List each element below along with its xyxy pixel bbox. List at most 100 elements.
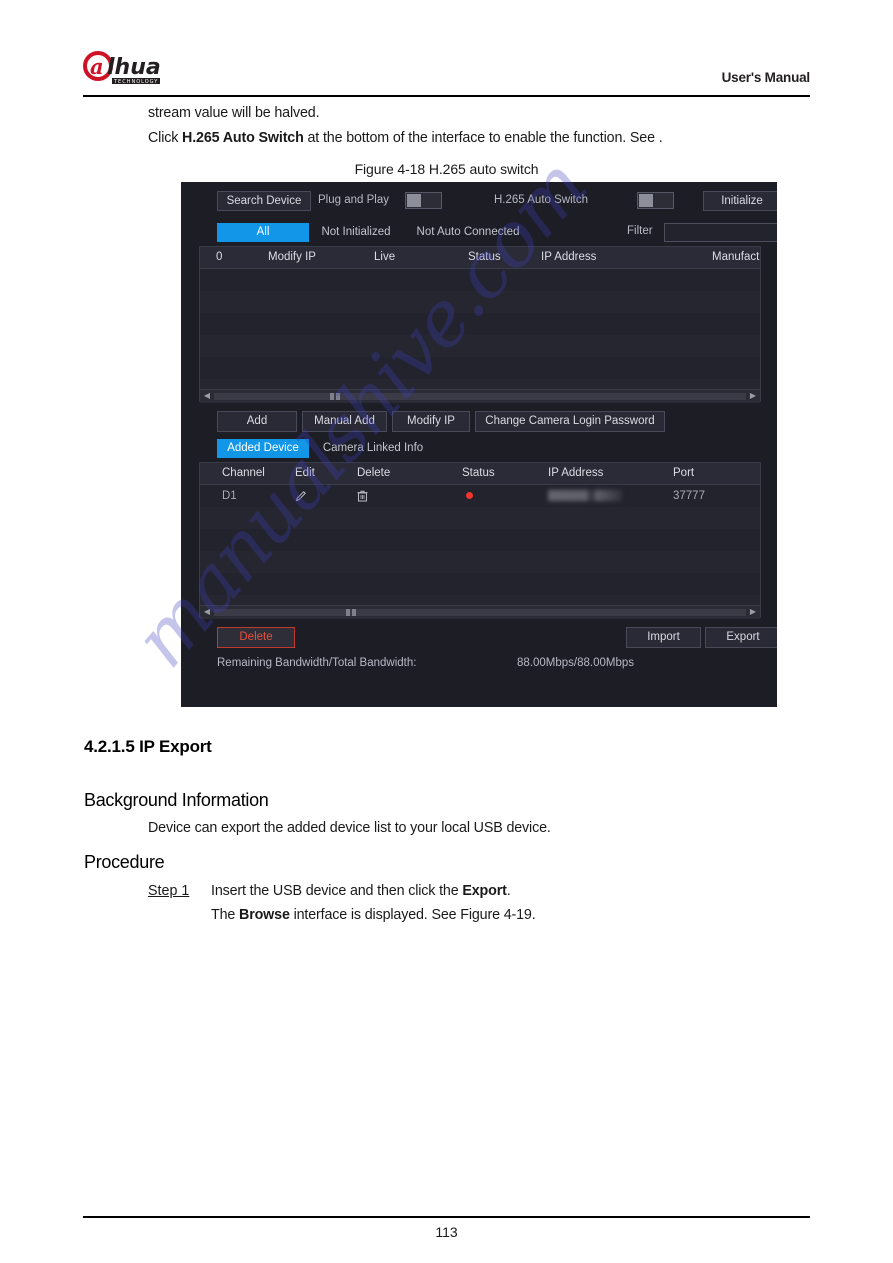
col-status: Status [468,251,501,263]
col-delete: Delete [357,467,391,479]
status-dot-icon [466,492,473,500]
col-live: Live [374,251,396,263]
added-table-hscrollbar[interactable]: ◀ ▶ [200,605,760,619]
h265-auto-switch-toggle[interactable] [637,192,674,209]
svg-text:TECHNOLOGY: TECHNOLOGY [113,79,158,85]
search-device-table-header: 0 Modify IP Live Status IP Address Manuf… [200,247,760,269]
background-information-heading: Background Information [84,790,269,810]
step-1-note-pre: The [211,907,240,923]
change-camera-login-password-button[interactable]: Change Camera Login Password [475,411,665,432]
plug-and-play-label: Plug and Play [318,194,389,206]
row-band [200,551,760,573]
manual-add-button[interactable]: Manual Add [302,411,387,432]
redacted-ip-address [548,490,622,502]
tab-not-auto-connected[interactable]: Not Auto Connected [404,223,532,242]
tab-all[interactable]: All [217,223,309,242]
bandwidth-row: Remaining Bandwidth/Total Bandwidth: 88.… [199,657,761,675]
page-header: a lhua TECHNOLOGY User's Manual [83,48,810,96]
tab-added-device[interactable]: Added Device [217,439,309,458]
search-device-table-body [200,269,760,401]
added-device-table-header: Channel Edit Delete Status IP Address Po… [200,463,760,485]
added-device-table-body: D1 37777 [200,485,760,617]
body-line-2-bold: H.265 Auto Switch [182,130,304,146]
bandwidth-value: 88.00Mbps/88.00Mbps [517,657,634,669]
scroll-thumb[interactable] [330,393,334,400]
modify-ip-button[interactable]: Modify IP [392,411,470,432]
trash-icon [357,490,368,502]
col-channel: Channel [222,467,265,479]
step-1-post: . [506,883,511,899]
device-filter-tabs: All Not Initialized Not Auto Connected F… [199,223,777,244]
scroll-left-arrow-icon[interactable]: ◀ [201,390,213,403]
nvr-footer-buttons: Delete Import Export [199,627,777,651]
scroll-track[interactable] [214,393,746,400]
toggle-knob [639,194,653,207]
cell-channel: D1 [222,490,237,502]
cell-port: 37777 [673,490,705,502]
export-button[interactable]: Export [705,627,777,648]
col-manufacturer: Manufact [712,251,760,263]
step-1-label: Step 1 [148,883,190,899]
body-line-2-post: at the bottom of the interface to enable… [303,130,663,146]
add-button[interactable]: Add [217,411,297,432]
dahua-logo: a lhua TECHNOLOGY [83,50,191,88]
row-band [200,335,760,357]
scroll-thumb[interactable] [336,393,340,400]
tab-not-initialized[interactable]: Not Initialized [311,223,401,242]
filter-label: Filter [627,225,653,237]
col-edit: Edit [295,467,315,479]
pencil-icon [295,491,306,502]
scroll-right-arrow-icon[interactable]: ▶ [747,606,759,619]
nvr-toolbar: Search Device Plug and Play H.265 Auto S… [199,189,777,215]
body-line-2: Click H.265 Auto Switch at the bottom of… [148,130,663,146]
row-band [200,507,760,529]
search-device-button[interactable]: Search Device [217,191,311,211]
device-action-buttons: Add Manual Add Modify IP Change Camera L… [199,411,761,437]
footer-divider [83,1216,810,1218]
step-1-note-post: interface is displayed. See Figure 4-19. [289,907,536,923]
col-index: 0 [216,251,223,263]
import-button[interactable]: Import [626,627,701,648]
delete-row-button[interactable] [357,485,368,507]
bandwidth-label: Remaining Bandwidth/Total Bandwidth: [217,657,417,669]
table-row[interactable]: D1 37777 [200,485,760,507]
col-port: Port [673,467,695,479]
scroll-right-arrow-icon[interactable]: ▶ [747,390,759,403]
tab-camera-linked-info[interactable]: Camera Linked Info [313,439,433,458]
edit-row-button[interactable] [295,485,307,507]
status-badge [466,485,473,507]
step-1-note-bold: Browse [239,907,290,923]
filter-input[interactable] [664,223,777,242]
page-number: 113 [435,1224,458,1240]
procedure-heading: Procedure [84,852,165,872]
step-1-text: Insert the USB device and then click the… [211,883,511,899]
toggle-knob [407,194,421,207]
plug-and-play-toggle[interactable] [405,192,442,209]
cell-ip-address [548,485,622,507]
body-line-1: stream value will be halved. [148,105,320,121]
nvr-panel-content: Search Device Plug and Play H.265 Auto S… [199,189,777,675]
delete-button[interactable]: Delete [217,627,295,648]
step-1-bold: Export [462,883,507,899]
search-device-table: 0 Modify IP Live Status IP Address Manuf… [199,246,761,403]
scroll-thumb[interactable] [352,609,356,616]
scroll-left-arrow-icon[interactable]: ◀ [201,606,213,619]
initialize-button[interactable]: Initialize [703,191,777,211]
nvr-remote-device-panel: Search Device Plug and Play H.265 Auto S… [181,182,777,707]
svg-text:a: a [90,54,104,79]
header-title: User's Manual [721,70,811,85]
scroll-track[interactable] [214,609,746,616]
step-1-pre: Insert the USB device and then click the [211,883,463,899]
section-heading: 4.2.1.5 IP Export [84,737,212,756]
h265-auto-switch-label: H.265 Auto Switch [494,194,588,206]
body-line-2-pre: Click [148,130,183,146]
col-ip-address: IP Address [548,467,604,479]
col-modify-ip: Modify IP [268,251,316,263]
col-status: Status [462,467,495,479]
scroll-thumb[interactable] [346,609,350,616]
search-table-hscrollbar[interactable]: ◀ ▶ [200,389,760,403]
figure-caption: Figure 4-18 H.265 auto switch [354,161,539,177]
step-1-note: The Browse interface is displayed. See F… [211,907,536,923]
header-divider [83,95,810,97]
row-band [200,291,760,313]
